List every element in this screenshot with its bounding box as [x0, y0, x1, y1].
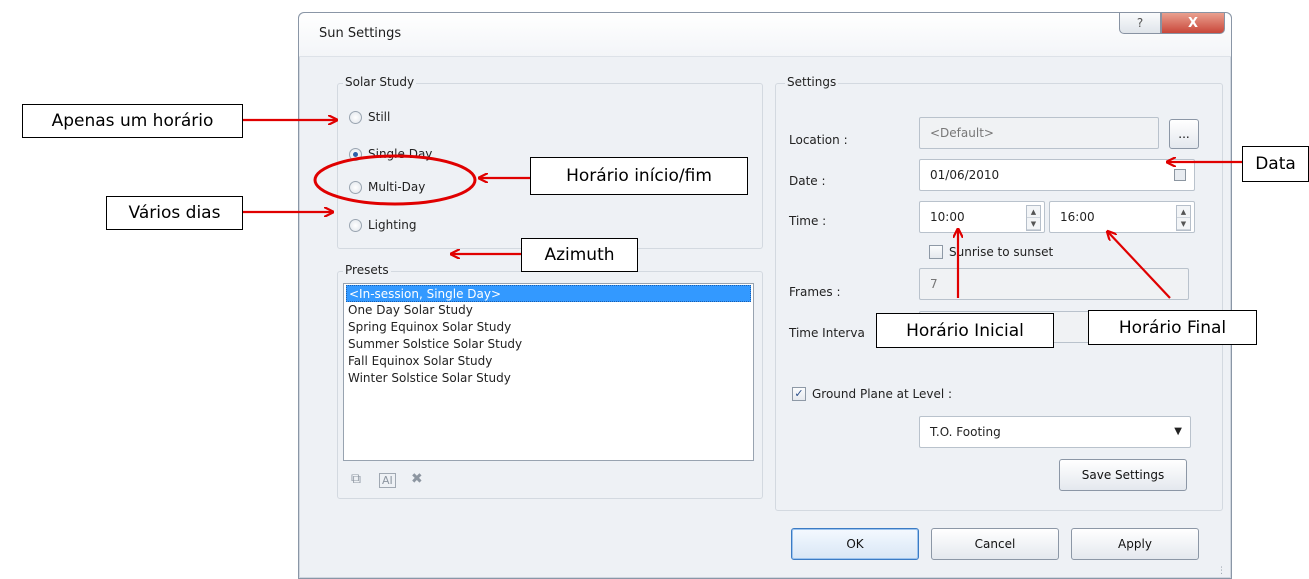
radio-lighting-label: Lighting	[368, 218, 417, 232]
spin-up-icon[interactable]: ▲	[1027, 206, 1040, 218]
delete-preset-icon[interactable]: ✖	[411, 471, 423, 487]
solar-study-label: Solar Study	[343, 75, 417, 89]
save-settings-button[interactable]: Save Settings	[1059, 459, 1187, 491]
radio-multi-day[interactable]: Multi-Day	[349, 180, 425, 194]
preset-item[interactable]: Spring Equinox Solar Study	[344, 319, 753, 336]
level-value: T.O. Footing	[930, 425, 1001, 439]
calendar-icon[interactable]	[1174, 169, 1186, 181]
ellipsis-icon: ...	[1178, 127, 1190, 141]
help-icon: ?	[1136, 16, 1144, 30]
save-settings-label: Save Settings	[1081, 468, 1165, 482]
spin-down-icon[interactable]: ▼	[1027, 218, 1040, 230]
preset-item[interactable]: Fall Equinox Solar Study	[344, 353, 753, 370]
preset-item[interactable]: Winter Solstice Solar Study	[344, 370, 753, 387]
ground-plane-label: Ground Plane at Level :	[812, 387, 953, 401]
ground-plane-checkbox[interactable]: ✓	[792, 387, 806, 401]
resize-grip-icon[interactable]: ⋮	[1217, 566, 1226, 576]
date-field[interactable]: 01/06/2010	[919, 159, 1195, 191]
callout-date: Data	[1242, 146, 1309, 182]
radio-single-day-label: Single Day	[368, 147, 433, 161]
ok-label: OK	[846, 537, 864, 551]
spin-down-icon[interactable]: ▼	[1177, 218, 1190, 230]
preset-item[interactable]: One Day Solar Study	[344, 302, 753, 319]
callout-still: Apenas um horário	[22, 104, 243, 138]
frames-label: Frames :	[789, 285, 841, 299]
time-end-spinner[interactable]: ▲ ▼	[1176, 205, 1191, 231]
frames-field: 7	[919, 268, 1189, 300]
location-browse-button[interactable]: ...	[1169, 119, 1199, 149]
time-start-field[interactable]: 10:00 ▲ ▼	[919, 201, 1045, 233]
callout-single-day: Horário início/fim	[530, 157, 748, 195]
time-start-spinner[interactable]: ▲ ▼	[1026, 205, 1041, 231]
help-button[interactable]: ?	[1119, 12, 1161, 34]
cancel-button[interactable]: Cancel	[931, 528, 1059, 560]
apply-label: Apply	[1118, 537, 1152, 551]
radio-multi-day-dot[interactable]	[349, 180, 362, 194]
preset-item[interactable]: <In-session, Single Day>	[346, 285, 751, 302]
settings-label: Settings	[785, 75, 839, 89]
sunrise-checkbox[interactable]	[929, 245, 943, 259]
close-icon: X	[1187, 15, 1199, 31]
date-value: 01/06/2010	[930, 168, 1000, 182]
presets-list[interactable]: <In-session, Single Day> One Day Solar S…	[343, 283, 754, 461]
location-field: <Default>	[919, 117, 1159, 149]
time-end-field[interactable]: 16:00 ▲ ▼	[1049, 201, 1195, 233]
radio-single-day-dot[interactable]	[349, 147, 362, 161]
radio-still-dot[interactable]	[349, 110, 362, 124]
duplicate-preset-icon[interactable]: ⧉	[351, 471, 361, 487]
close-button[interactable]: X	[1161, 12, 1225, 34]
date-label: Date :	[789, 174, 826, 188]
sunrise-label: Sunrise to sunset	[949, 245, 1054, 259]
callout-time-start: Horário Inicial	[876, 313, 1054, 348]
radio-still-label: Still	[368, 110, 391, 124]
level-select[interactable]: T.O. Footing ▼	[919, 416, 1191, 448]
time-interval-label: Time Interva	[789, 326, 865, 340]
apply-button[interactable]: Apply	[1071, 528, 1199, 560]
radio-lighting[interactable]: Lighting	[349, 218, 417, 232]
radio-still[interactable]: Still	[349, 110, 390, 124]
time-label: Time :	[789, 214, 827, 228]
cancel-label: Cancel	[974, 537, 1016, 551]
preset-item[interactable]: Summer Solstice Solar Study	[344, 336, 753, 353]
radio-lighting-dot[interactable]	[349, 218, 362, 232]
title-bar: Sun Settings ? X	[299, 12, 1231, 57]
callout-time-end: Horário Final	[1088, 310, 1257, 345]
chevron-down-icon: ▼	[1174, 426, 1182, 437]
rename-preset-icon[interactable]: AI	[379, 473, 396, 488]
sun-settings-dialog: Sun Settings ? X Solar Study Still Singl…	[298, 12, 1232, 579]
radio-single-day[interactable]: Single Day	[349, 147, 432, 161]
location-label: Location :	[789, 133, 848, 147]
presets-label: Presets	[343, 263, 391, 277]
callout-lighting: Azimuth	[521, 238, 638, 272]
dialog-title: Sun Settings	[319, 26, 402, 41]
callout-multi-day: Vários dias	[106, 196, 243, 230]
radio-multi-day-label: Multi-Day	[368, 180, 426, 194]
time-end-value: 16:00	[1060, 210, 1095, 224]
ok-button[interactable]: OK	[791, 528, 919, 560]
time-start-value: 10:00	[930, 210, 965, 224]
spin-up-icon[interactable]: ▲	[1177, 206, 1190, 218]
